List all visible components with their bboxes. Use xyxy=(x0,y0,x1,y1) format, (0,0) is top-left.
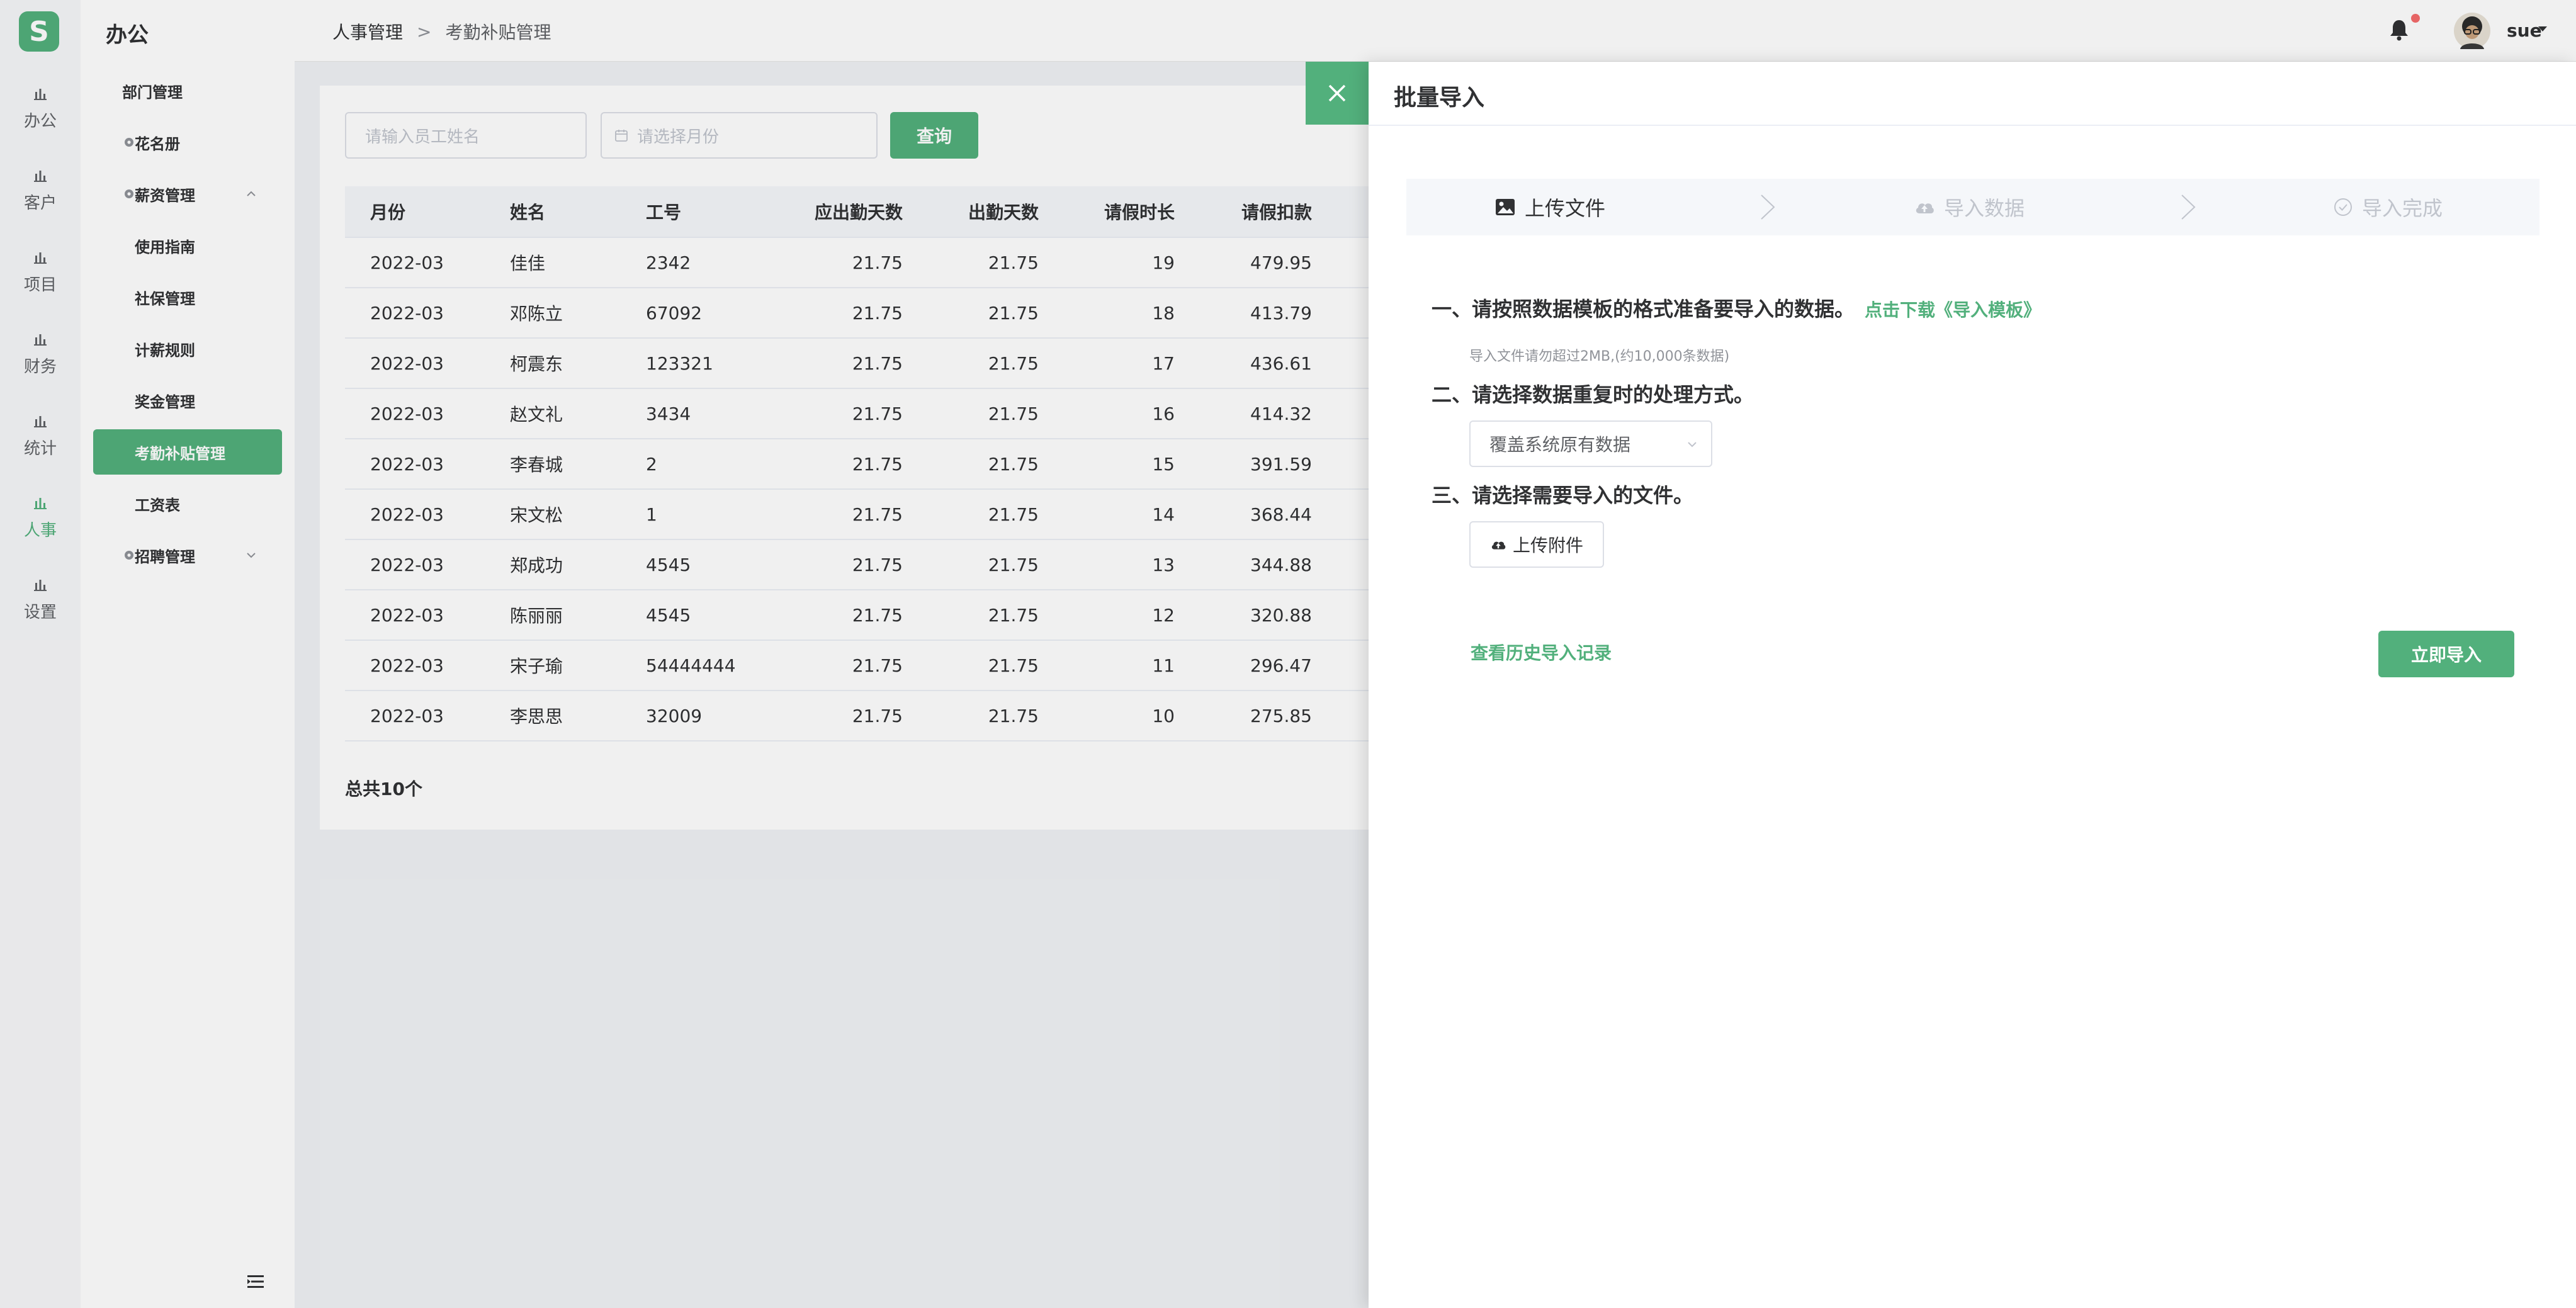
image-icon xyxy=(1496,199,1515,215)
cloud-upload-icon xyxy=(1916,203,1934,213)
step-import-data: 导入数据 xyxy=(1914,179,2025,235)
import-history-link[interactable]: 查看历史导入记录 xyxy=(1471,640,1612,665)
drawer-header: 批量导入 xyxy=(1369,62,2576,126)
upload-label: 上传附件 xyxy=(1512,535,1583,556)
check-circle-icon xyxy=(2334,198,2352,216)
section-title: 一、请按照数据模板的格式准备要导入的数据。 xyxy=(1432,297,1855,321)
batch-import-drawer: 批量导入 上传文件 导入数据 导入完成 一、请按照数据模板的格式准备要导入的数据… xyxy=(1369,62,2576,1308)
select-value: 覆盖系统原有数据 xyxy=(1489,434,1631,455)
drawer-close-button[interactable] xyxy=(1306,62,1369,125)
close-icon xyxy=(1328,84,1346,102)
section-duplicate-handling: 二、请选择数据重复时的处理方式。 xyxy=(1432,383,1754,407)
duplicate-handling-select[interactable]: 覆盖系统原有数据 xyxy=(1469,420,1712,467)
chevron-down-icon xyxy=(1688,442,1697,448)
chevron-right-icon xyxy=(1761,195,1775,220)
step-label: 导入数据 xyxy=(1944,196,2025,220)
section-prepare-data: 一、请按照数据模板的格式准备要导入的数据。 点击下载《导入模板》 xyxy=(1432,293,2041,322)
chevron-right-icon xyxy=(2181,195,2196,220)
cloud-upload-icon xyxy=(1491,541,1506,550)
section-select-file: 三、请选择需要导入的文件。 xyxy=(1432,483,1694,507)
upload-attachment-button[interactable]: 上传附件 xyxy=(1469,521,1604,568)
step-upload-file: 上传文件 xyxy=(1494,179,1605,235)
file-size-hint: 导入文件请勿超过2MB,(约10,000条数据) xyxy=(1469,349,1730,364)
import-steps: 上传文件 导入数据 导入完成 xyxy=(1406,179,2539,235)
download-template-link[interactable]: 点击下载《导入模板》 xyxy=(1865,300,2041,320)
step-label: 导入完成 xyxy=(2362,196,2443,220)
import-now-button[interactable]: 立即导入 xyxy=(2378,631,2514,677)
step-label: 上传文件 xyxy=(1525,196,1606,220)
drawer-title: 批量导入 xyxy=(1394,85,1485,111)
step-import-complete: 导入完成 xyxy=(2333,179,2443,235)
